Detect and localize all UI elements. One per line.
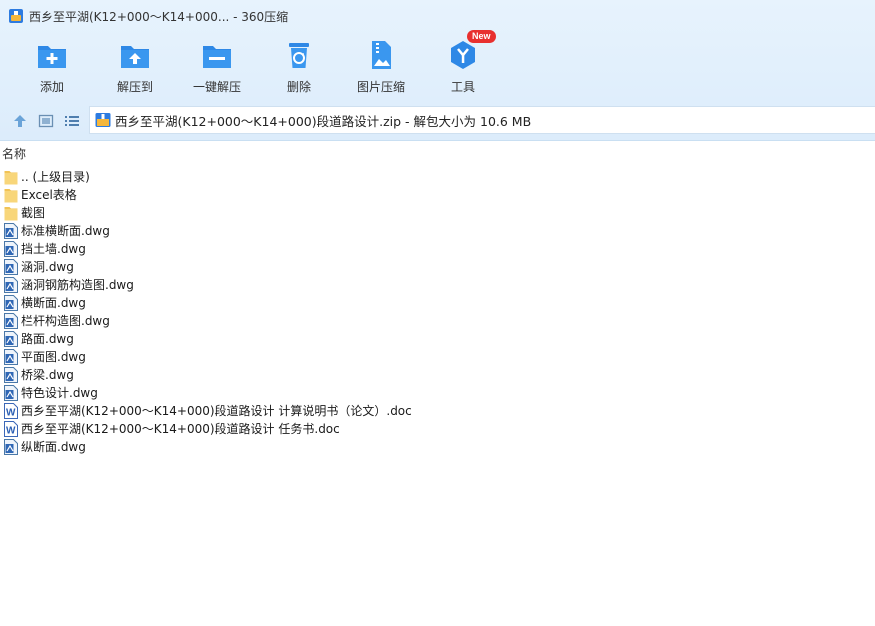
dwg-file-icon <box>4 241 18 257</box>
thumbnail-view-icon[interactable] <box>38 113 54 128</box>
tools-button[interactable]: New 工具 <box>422 30 504 96</box>
word-doc-icon: W <box>4 403 18 419</box>
file-name: Excel表格 <box>21 188 77 202</box>
file-row[interactable]: 平面图.dwg <box>0 348 875 366</box>
file-name: 标准横断面.dwg <box>21 224 110 238</box>
up-arrow-icon[interactable] <box>12 113 28 127</box>
add-button[interactable]: 添加 <box>10 36 94 96</box>
file-row[interactable]: 特色设计.dwg <box>0 384 875 402</box>
dwg-file-icon <box>4 313 18 329</box>
folder-icon <box>4 187 18 203</box>
delete-button[interactable]: 删除 <box>258 36 340 96</box>
file-name: 纵断面.dwg <box>21 440 86 454</box>
file-row[interactable]: 栏杆构造图.dwg <box>0 312 875 330</box>
file-name: 路面.dwg <box>21 332 74 346</box>
dwg-file-icon <box>4 295 18 311</box>
file-name: 桥梁.dwg <box>21 368 74 382</box>
file-name: 西乡至平湖(K12+000～K14+000)段道路设计 计算说明书（论文）.do… <box>21 404 412 418</box>
one-click-extract-icon <box>200 38 234 72</box>
add-file-icon <box>35 38 69 72</box>
word-doc-icon: W <box>4 421 18 437</box>
dwg-file-icon <box>4 277 18 293</box>
file-list: .. (上级目录) Excel表格 截图标准横断面.dwg 挡土墙.dwg 涵洞.dwg… <box>0 168 875 456</box>
one-click-extract-label: 一键解压 <box>192 80 241 94</box>
dwg-file-icon <box>4 259 18 275</box>
file-name: 栏杆构造图.dwg <box>21 314 110 328</box>
dwg-file-icon <box>4 367 18 383</box>
file-name: 截图 <box>21 206 46 220</box>
tools-label: 工具 <box>450 80 475 94</box>
toolbar: 添加 解压到 一键解压 删除 图片压缩 New 工具 <box>10 30 504 96</box>
file-row[interactable]: 挡土墙.dwg <box>0 240 875 258</box>
dwg-file-icon <box>4 223 18 239</box>
file-name: 平面图.dwg <box>21 350 86 364</box>
file-name: 挡土墙.dwg <box>21 242 86 256</box>
file-name: 涵洞钢筋构造图.dwg <box>21 278 134 292</box>
delete-label: 删除 <box>286 80 311 94</box>
title-bar: 西乡至平湖(K12+000～K14+000... - 360压缩 <box>0 0 875 32</box>
file-name: 特色设计.dwg <box>21 386 98 400</box>
folder-row[interactable]: Excel表格 <box>0 186 875 204</box>
column-header-name[interactable]: 名称 <box>0 145 875 163</box>
dwg-file-icon <box>4 439 18 455</box>
file-row[interactable]: 纵断面.dwg <box>0 438 875 456</box>
file-name: 西乡至平湖(K12+000～K14+000)段道路设计 任务书.doc <box>21 422 340 436</box>
image-compress-button[interactable]: 图片压缩 <box>340 36 422 96</box>
image-compress-icon <box>364 38 398 72</box>
extract-to-label: 解压到 <box>116 80 153 94</box>
file-row[interactable]: 涵洞.dwg <box>0 258 875 276</box>
file-name: .. (上级目录) <box>21 170 90 184</box>
window-title: 西乡至平湖(K12+000～K14+000... - 360压缩 <box>29 9 289 24</box>
new-badge: New <box>467 30 496 43</box>
svg-text:W: W <box>6 408 16 419</box>
file-row[interactable]: 涵洞钢筋构造图.dwg <box>0 276 875 294</box>
file-name: 横断面.dwg <box>21 296 86 310</box>
file-row[interactable]: 路面.dwg <box>0 330 875 348</box>
svg-text:W: W <box>6 426 16 437</box>
extract-to-button[interactable]: 解压到 <box>94 36 176 96</box>
file-row[interactable]: 标准横断面.dwg <box>0 222 875 240</box>
add-label: 添加 <box>39 80 64 94</box>
file-row[interactable]: 桥梁.dwg <box>0 366 875 384</box>
app-logo-icon <box>9 9 23 23</box>
dwg-file-icon <box>4 331 18 347</box>
top-chrome: 西乡至平湖(K12+000～K14+000... - 360压缩 添加 解压到 … <box>0 0 875 141</box>
folder-row[interactable]: .. (上级目录) <box>0 168 875 186</box>
file-row[interactable]: W 西乡至平湖(K12+000～K14+000)段道路设计 任务书.doc <box>0 420 875 438</box>
image-compress-label: 图片压缩 <box>356 80 405 94</box>
navigation-bar: 西乡至平湖(K12+000～K14+000)段道路设计.zip - 解包大小为 … <box>0 104 875 136</box>
delete-icon <box>282 38 316 72</box>
file-name: 涵洞.dwg <box>21 260 74 274</box>
dwg-file-icon <box>4 385 18 401</box>
folder-icon <box>4 205 18 221</box>
tools-icon <box>446 38 480 72</box>
file-row[interactable]: W 西乡至平湖(K12+000～K14+000)段道路设计 计算说明书（论文）.d… <box>0 402 875 420</box>
list-view-icon[interactable] <box>64 113 80 127</box>
folder-icon <box>4 169 18 185</box>
file-row[interactable]: 横断面.dwg <box>0 294 875 312</box>
address-path: 西乡至平湖(K12+000～K14+000)段道路设计.zip - 解包大小为 … <box>115 113 532 129</box>
folder-row[interactable]: 截图 <box>0 204 875 222</box>
one-click-extract-button[interactable]: 一键解压 <box>176 36 258 96</box>
dwg-file-icon <box>4 349 18 365</box>
zip-archive-icon <box>95 112 111 128</box>
address-bar[interactable]: 西乡至平湖(K12+000～K14+000)段道路设计.zip - 解包大小为 … <box>89 106 875 134</box>
extract-to-icon <box>118 38 152 72</box>
